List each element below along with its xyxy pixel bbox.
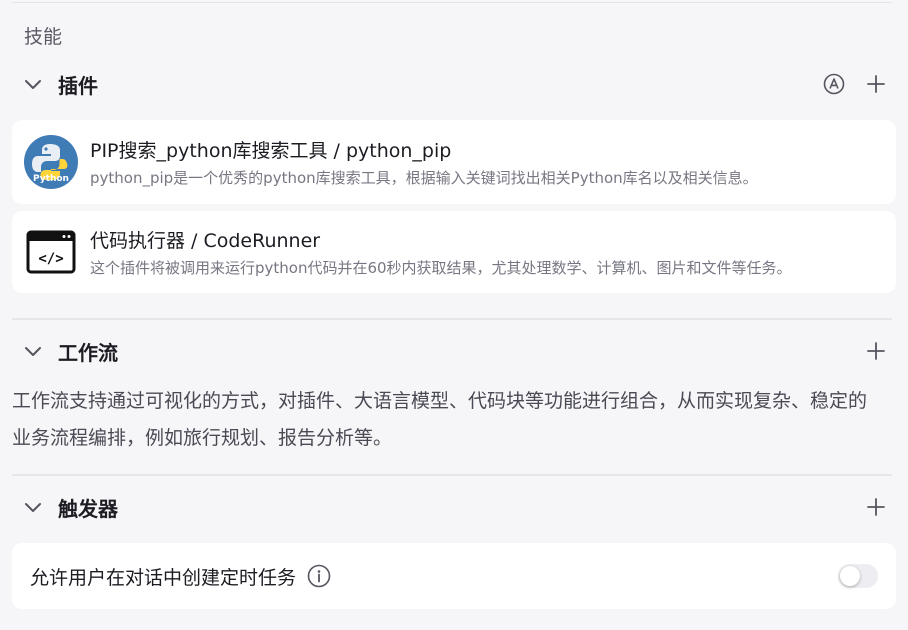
plugin-card-python-pip[interactable]: Python PIP搜索_python库搜索工具 / python_pip py… — [12, 120, 896, 204]
svg-text:Python: Python — [33, 174, 69, 184]
workflow-description: 工作流支持通过可视化的方式，对插件、大语言模型、代码块等功能进行组合，从而实现复… — [12, 390, 868, 449]
plugins-title: 插件 — [58, 73, 98, 98]
plugin-card-coderunner[interactable]: </> 代码执行器 / CodeRunner 这个插件将被调用来运行python… — [12, 211, 896, 293]
add-trigger-button[interactable] — [864, 495, 888, 519]
workflow-header: 工作流 — [12, 331, 896, 371]
section-title: 技能 — [24, 26, 63, 48]
svg-text:</>: </> — [38, 251, 63, 267]
chevron-down-icon[interactable] — [22, 73, 44, 95]
add-plugin-button[interactable] — [864, 72, 888, 96]
plugin-name: PIP搜索_python库搜索工具 / python_pip — [90, 140, 452, 162]
info-icon[interactable] — [306, 563, 332, 589]
plugin-name: 代码执行器 / CodeRunner — [90, 230, 321, 252]
toggle-knob — [840, 566, 860, 586]
scheduled-task-toggle[interactable] — [838, 564, 878, 588]
python-logo-icon: Python — [24, 135, 78, 189]
divider — [12, 474, 892, 476]
chevron-down-icon[interactable] — [22, 340, 44, 362]
scheduled-task-label: 允许用户在对话中创建定时任务 — [30, 566, 297, 589]
divider — [12, 318, 892, 320]
scheduled-task-option: 允许用户在对话中创建定时任务 — [12, 543, 896, 609]
plugins-header: 插件 — [12, 64, 896, 104]
plugin-description: 这个插件将被调用来运行python代码并在60秒内获取结果，尤其处理数学、计算机… — [90, 259, 792, 277]
chevron-down-icon[interactable] — [22, 496, 44, 518]
code-window-icon: </> — [24, 225, 78, 279]
plugin-description: python_pip是一个优秀的python库搜索工具，根据输入关键词找出相关P… — [90, 169, 758, 187]
top-divider — [12, 2, 892, 3]
auto-mode-icon[interactable] — [822, 72, 846, 96]
trigger-title: 触发器 — [58, 496, 118, 521]
trigger-header: 触发器 — [12, 487, 896, 527]
add-workflow-button[interactable] — [864, 339, 888, 363]
workflow-title: 工作流 — [58, 340, 118, 365]
